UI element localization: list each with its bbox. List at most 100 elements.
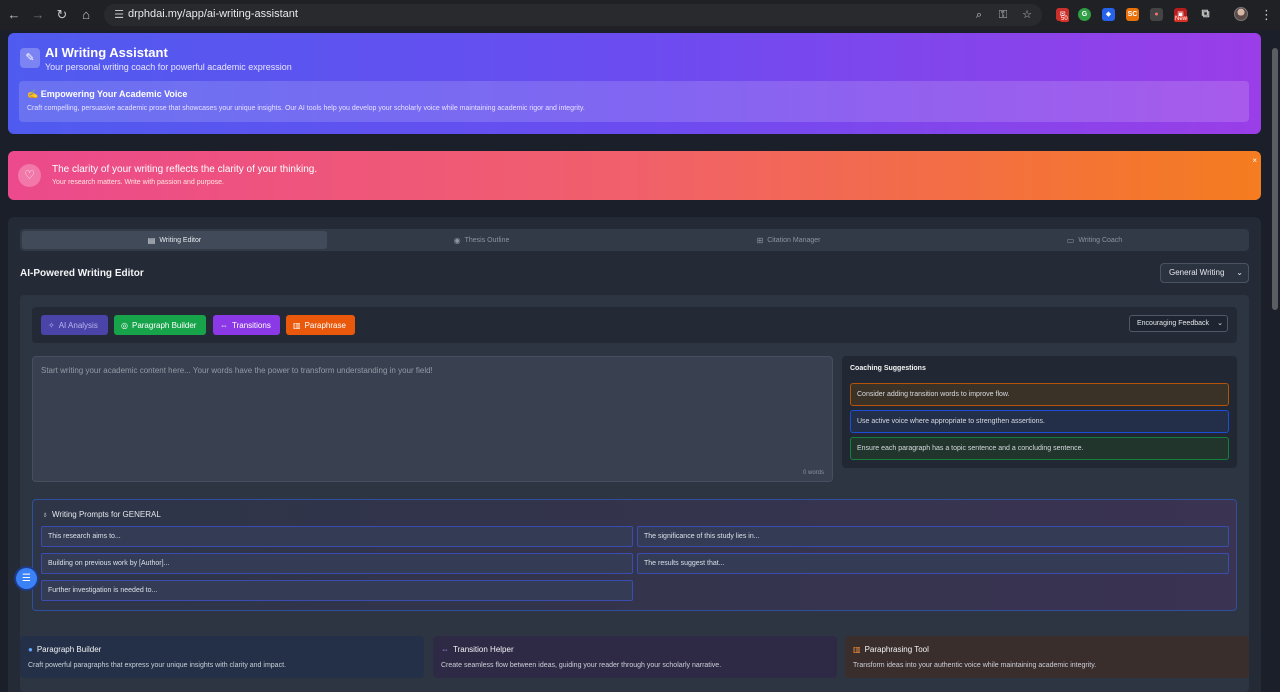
chevron-down-icon: ⌄: [1236, 268, 1243, 277]
page-scrollbar[interactable]: [1270, 30, 1280, 692]
profile-avatar[interactable]: [1234, 7, 1248, 21]
card-title: Transition Helper: [453, 645, 514, 654]
writing-mode-select[interactable]: General Writing ⌄: [1160, 263, 1249, 283]
extension-shield-icon[interactable]: ◆: [1102, 8, 1115, 21]
writing-textarea[interactable]: Start writing your academic content here…: [32, 356, 833, 482]
scrollbar-thumb[interactable]: [1272, 48, 1278, 310]
page-subtitle: Your personal writing coach for powerful…: [45, 62, 292, 72]
card-text: Craft powerful paragraphs that express y…: [28, 662, 286, 669]
button-label: AI Analysis: [58, 320, 98, 330]
tab-thesis-outline[interactable]: ◉ Thesis Outline: [329, 231, 634, 249]
page-title: AI Writing Assistant: [45, 45, 168, 60]
button-label: Paraphrase: [304, 320, 346, 330]
extension-sc-icon[interactable]: SC: [1126, 8, 1139, 21]
tool-cards: ● Paragraph Builder Craft powerful parag…: [20, 636, 1249, 692]
chevron-down-icon: ⌄: [1217, 320, 1223, 327]
home-icon[interactable]: ⌂: [78, 7, 94, 23]
tab-bar: ▤ Writing Editor ◉ Thesis Outline ⊞ Cita…: [20, 229, 1249, 251]
card-header: ⇔ Transition Helper: [441, 645, 514, 654]
mission-text: Craft compelling, persuasive academic pr…: [27, 105, 585, 112]
extension-new-badge: New: [1174, 16, 1189, 22]
editor-toolbar: ✧ AI Analysis ◎ Paragraph Builder ⇔ Tran…: [32, 307, 1237, 343]
target-icon: ◎: [121, 320, 128, 330]
book-open-icon: ▥: [853, 645, 861, 654]
link-icon: ⇔: [220, 320, 228, 330]
card-header: ▥ Paraphrasing Tool: [853, 645, 929, 654]
transition-helper-card[interactable]: ⇔ Transition Helper Create seamless flow…: [433, 636, 837, 678]
prompts-title: Writing Prompts for GENERAL: [52, 510, 161, 519]
editor-title: AI-Powered Writing Editor: [20, 268, 144, 279]
tab-writing-coach[interactable]: ▭ Writing Coach: [942, 231, 1247, 249]
document-icon: ▤: [147, 235, 156, 245]
back-icon[interactable]: ←: [6, 7, 22, 23]
zoom-icon[interactable]: ⌕: [972, 7, 986, 23]
prompts-header: ♁ Writing Prompts for GENERAL: [42, 510, 161, 519]
main-panel: ▤ Writing Editor ◉ Thesis Outline ⊞ Cita…: [8, 217, 1261, 692]
textarea-placeholder: Start writing your academic content here…: [41, 366, 433, 375]
url-text[interactable]: drphdai.my/app/ai-writing-assistant: [128, 8, 298, 20]
prompt-item[interactable]: This research aims to...: [41, 526, 633, 547]
tab-label: Citation Manager: [767, 236, 821, 244]
prompt-item[interactable]: The results suggest that...: [637, 553, 1229, 574]
tab-label: Thesis Outline: [464, 236, 510, 244]
writing-prompts-panel: ♁ Writing Prompts for GENERAL This resea…: [32, 499, 1237, 611]
book-open-icon: ▥: [293, 320, 301, 330]
tab-label: Writing Coach: [1078, 236, 1123, 244]
card-text: Transform ideas into your authentic voic…: [853, 662, 1097, 669]
paragraph-builder-card[interactable]: ● Paragraph Builder Craft powerful parag…: [20, 636, 424, 678]
paraphrasing-tool-card[interactable]: ▥ Paraphrasing Tool Transform ideas into…: [845, 636, 1249, 678]
prompt-item[interactable]: Further investigation is needed to...: [41, 580, 633, 601]
banner-subtitle: Your research matters. Write with passio…: [52, 179, 224, 186]
close-icon[interactable]: ×: [1252, 156, 1257, 165]
card-title: Paraphrasing Tool: [864, 645, 929, 654]
tab-label: Writing Editor: [159, 236, 202, 244]
extension-badge-count: 50: [1060, 16, 1069, 22]
book-icon: ⊞: [756, 235, 764, 245]
coaching-suggestions-panel: Coaching Suggestions Consider adding tra…: [842, 356, 1237, 468]
transitions-button[interactable]: ⇔ Transitions: [213, 315, 280, 335]
browser-menu-icon[interactable]: ⋮: [1260, 7, 1273, 23]
prompt-item[interactable]: Building on previous work by [Author]...: [41, 553, 633, 574]
coaching-suggestion: Use active voice where appropriate to st…: [850, 410, 1229, 433]
site-settings-icon[interactable]: ☰: [112, 8, 126, 22]
bookmark-star-icon[interactable]: ☆: [1020, 7, 1034, 23]
motivation-banner: ♡ The clarity of your writing reflects t…: [8, 151, 1261, 200]
sparkle-icon: ✧: [48, 320, 55, 330]
button-label: Transitions: [232, 320, 271, 330]
mission-box: ✍️ Empowering Your Academic Voice Craft …: [19, 81, 1249, 122]
coaching-suggestion: Consider adding transition words to impr…: [850, 383, 1229, 406]
chat-icon: ▭: [1066, 235, 1075, 245]
feedback-style-value: Encouraging Feedback: [1137, 320, 1209, 327]
banner-quote: The clarity of your writing reflects the…: [52, 164, 318, 175]
key-icon[interactable]: ⚿: [996, 7, 1010, 23]
lightbulb-icon: ♁: [42, 510, 48, 519]
target-icon: ◉: [453, 235, 461, 245]
menu-fab-icon[interactable]: ☰: [16, 568, 37, 589]
coaching-suggestion: Ensure each paragraph has a topic senten…: [850, 437, 1229, 460]
extension-drop-icon[interactable]: ●: [1150, 8, 1163, 21]
link-icon: ⇔: [441, 645, 449, 654]
prompt-item[interactable]: The significance of this study lies in..…: [637, 526, 1229, 547]
editor-area: ✧ AI Analysis ◎ Paragraph Builder ⇔ Tran…: [20, 295, 1249, 692]
reload-icon[interactable]: ↻: [54, 7, 70, 23]
browser-toolbar: ← → ↻ ⌂ ☰ drphdai.my/app/ai-writing-assi…: [0, 0, 1280, 30]
address-bar[interactable]: ☰ drphdai.my/app/ai-writing-assistant ⌕ …: [104, 4, 1042, 26]
button-label: Paragraph Builder: [131, 320, 197, 330]
grammarly-icon[interactable]: G: [1078, 8, 1091, 21]
tab-citation-manager[interactable]: ⊞ Citation Manager: [636, 231, 941, 249]
extensions-puzzle-icon[interactable]: ⧉: [1199, 8, 1212, 21]
target-icon: ●: [28, 645, 33, 654]
paragraph-builder-button[interactable]: ◎ Paragraph Builder: [114, 315, 206, 335]
feedback-style-select[interactable]: Encouraging Feedback ⌄: [1129, 315, 1228, 332]
magic-wand-icon: ✎: [20, 48, 40, 68]
coaching-title: Coaching Suggestions: [850, 365, 926, 372]
paraphrase-button[interactable]: ▥ Paraphrase: [286, 315, 355, 335]
card-header: ● Paragraph Builder: [28, 645, 101, 654]
ai-analysis-button[interactable]: ✧ AI Analysis: [41, 315, 108, 335]
tab-writing-editor[interactable]: ▤ Writing Editor: [22, 231, 327, 249]
forward-icon[interactable]: →: [30, 7, 46, 23]
mission-title: ✍️ Empowering Your Academic Voice: [27, 89, 188, 99]
writing-mode-value: General Writing: [1169, 268, 1225, 277]
word-count: 0 words: [802, 470, 824, 476]
heart-icon: ♡: [18, 164, 41, 187]
